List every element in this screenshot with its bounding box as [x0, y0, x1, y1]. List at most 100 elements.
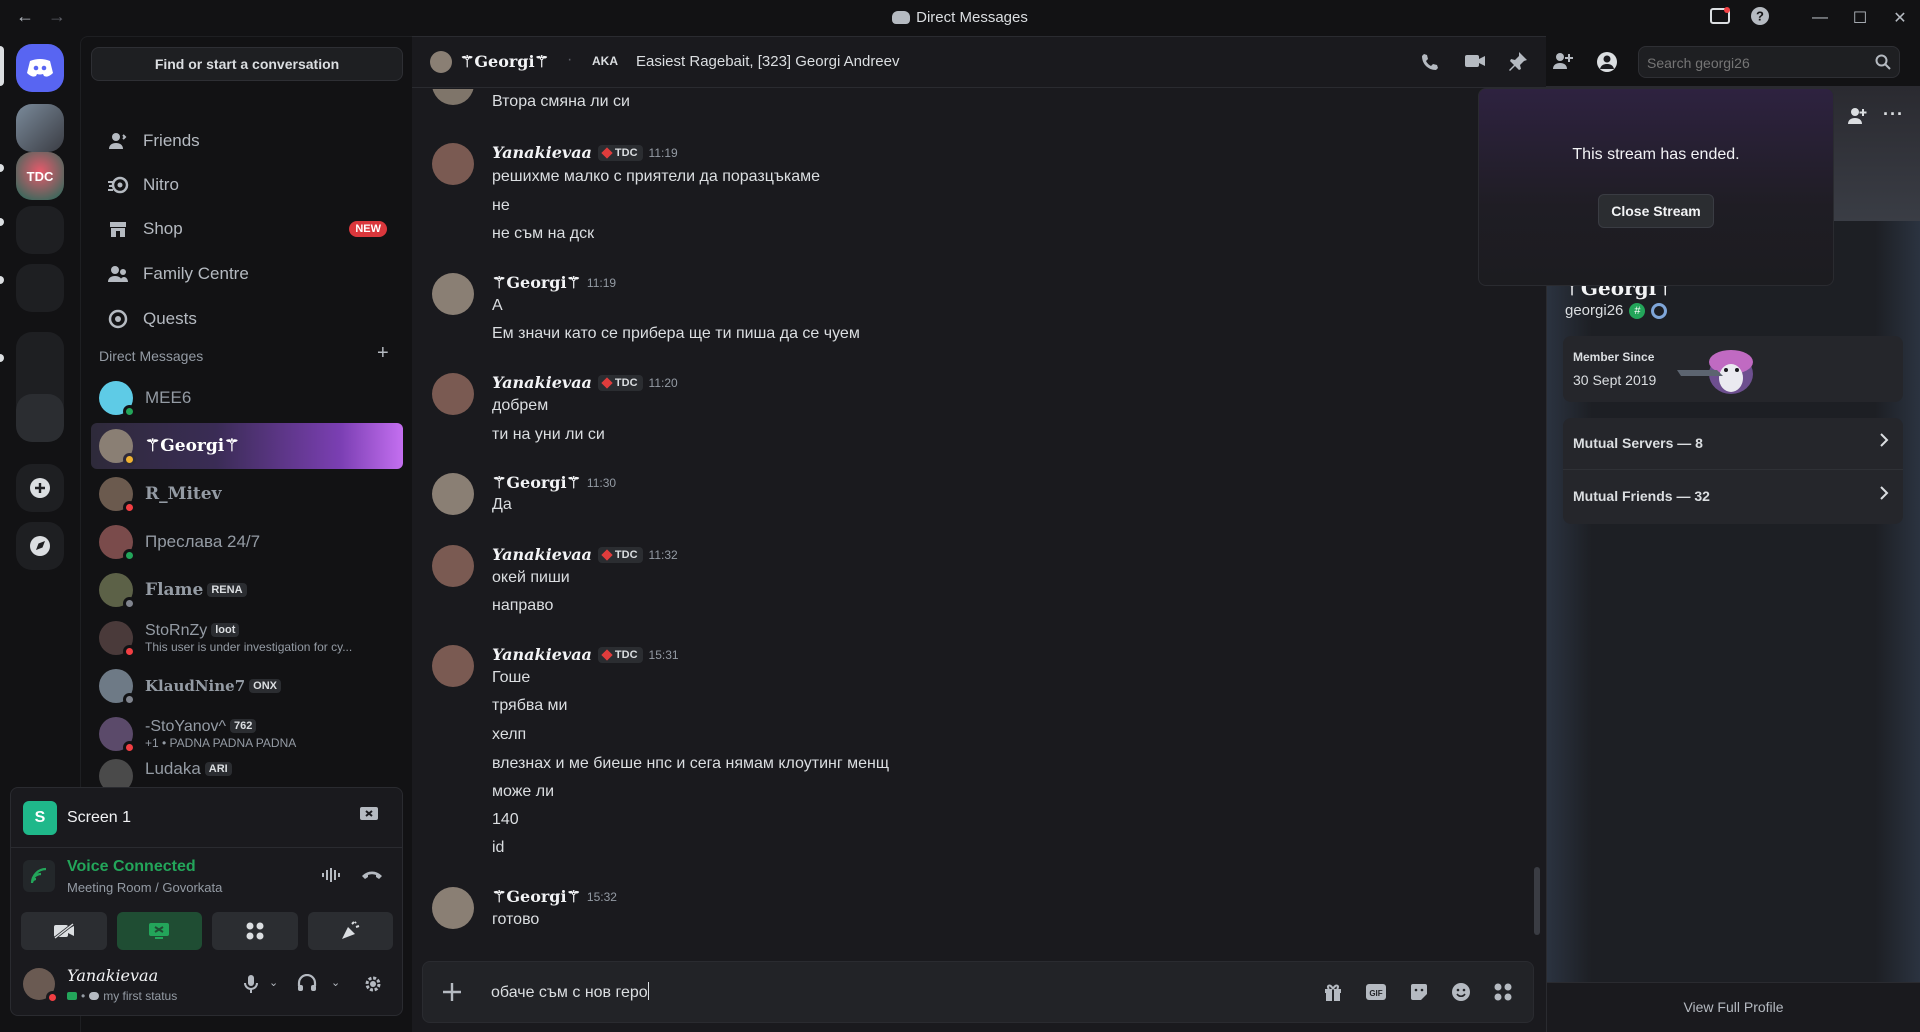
status-offline [123, 597, 136, 610]
dm-item-mee6[interactable]: MEE6 [91, 375, 403, 421]
inbox-icon[interactable] [1700, 6, 1740, 30]
emoji-icon[interactable] [1451, 982, 1471, 1007]
more-options-icon[interactable]: ··· [1883, 104, 1904, 125]
avatar [99, 429, 136, 466]
help-icon[interactable]: ? [1740, 6, 1780, 31]
message-avatar[interactable] [432, 545, 474, 587]
dm-item-stornzy[interactable]: StoRnZy loot This user is under investigat… [91, 615, 403, 661]
nav-shop[interactable]: Shop NEW [91, 208, 403, 250]
dm-item-klaudnine[interactable]: KlaudNine7 ONX [91, 663, 403, 709]
discover-button[interactable] [16, 522, 64, 570]
soundboard-button[interactable] [307, 912, 393, 950]
status-online [123, 549, 136, 562]
member-since-label: Member Since [1573, 350, 1655, 364]
mic-options-chevron-icon[interactable]: ⌄ [269, 976, 278, 989]
server-folder[interactable] [16, 394, 64, 442]
settings-gear-icon[interactable] [363, 974, 383, 1000]
voice-connected-label[interactable]: Voice Connected [67, 858, 196, 876]
add-friend-icon[interactable] [1847, 106, 1867, 131]
message-input[interactable]: обаче съм с нов геро [491, 982, 649, 1002]
nav-family-centre[interactable]: Family Centre [91, 253, 403, 295]
avatar [99, 525, 136, 562]
message-timestamp: 11:30 [586, 475, 617, 490]
user-name[interactable]: Yanakievaa [67, 966, 158, 985]
dm-item-flame[interactable]: Flame RENA [91, 567, 403, 613]
apps-icon[interactable] [1493, 982, 1513, 1007]
dm-name: R_Mitev [145, 484, 222, 504]
minimize-icon[interactable]: — [1800, 9, 1840, 27]
toggle-camera-button[interactable] [21, 912, 107, 950]
nav-quests[interactable]: Quests [91, 298, 403, 340]
sticker-icon[interactable] [1409, 982, 1429, 1007]
message-author[interactable]: Yanakievaa [492, 545, 592, 564]
pinned-messages-icon[interactable] [1508, 51, 1528, 77]
close-window-icon[interactable]: ✕ [1880, 8, 1920, 28]
message-author[interactable]: ⚚Georgi⚚ [492, 473, 581, 492]
voice-call-icon[interactable] [1420, 52, 1440, 78]
stop-screen-icon[interactable] [359, 806, 379, 830]
message-author[interactable]: ⚚Georgi⚚ [492, 887, 581, 906]
voice-location[interactable]: Meeting Room / Govorkata [67, 880, 222, 895]
dm-item-georgi[interactable]: ⚚Georgi⚚ [91, 423, 403, 469]
message-avatar[interactable] [432, 373, 474, 415]
server-folder[interactable] [16, 264, 64, 312]
mutual-servers-row[interactable]: Mutual Servers — 8 [1563, 418, 1903, 470]
view-full-profile-link[interactable]: View Full Profile [1547, 999, 1920, 1015]
gif-icon[interactable]: GIF [1365, 982, 1387, 1007]
nav-friends[interactable]: Friends [91, 120, 403, 162]
upload-plus-icon[interactable] [441, 981, 463, 1008]
maximize-icon[interactable]: ☐ [1840, 8, 1880, 28]
message-avatar[interactable] [432, 143, 474, 185]
chat-scrollbar[interactable] [1534, 867, 1540, 935]
find-conversation-button[interactable]: Find or start a conversation [91, 47, 403, 81]
message-author[interactable]: Yanakievaa [492, 645, 592, 664]
message-text: може ли [492, 783, 555, 800]
message-avatar[interactable] [432, 89, 474, 105]
home-button[interactable] [16, 44, 64, 92]
add-friends-to-dm-icon[interactable] [1552, 51, 1574, 77]
close-stream-button[interactable]: Close Stream [1598, 194, 1714, 228]
nav-nitro[interactable]: Nitro [91, 164, 403, 206]
message-avatar[interactable] [432, 645, 474, 687]
create-dm-button[interactable]: + [377, 342, 389, 365]
header-avatar [430, 51, 452, 73]
profile-username[interactable]: georgi26 [1565, 302, 1623, 319]
message-list: Втора смяна ли си Yanakievaa TDC 11:19 р… [412, 89, 1546, 959]
message-author[interactable]: Yanakievaa [492, 373, 592, 392]
dm-name-text: StoRnZy [145, 622, 208, 639]
mutual-friends-row[interactable]: Mutual Friends — 32 [1563, 471, 1903, 523]
chat-search-input[interactable] [1638, 46, 1900, 78]
add-server-button[interactable] [16, 464, 64, 512]
headphones-icon[interactable] [297, 973, 317, 998]
server-folder[interactable] [16, 206, 64, 254]
message-avatar[interactable] [432, 473, 474, 515]
message-avatar[interactable] [432, 273, 474, 315]
soundboard-icon [342, 921, 360, 939]
audio-options-chevron-icon[interactable]: ⌄ [331, 976, 340, 989]
message-text: А [492, 297, 503, 314]
video-call-icon[interactable] [1464, 53, 1486, 75]
avatar [99, 621, 136, 658]
dm-item-ludaka[interactable]: Ludaka ARI [91, 759, 403, 787]
dm-item-stoyanov[interactable]: -StoYanov^ 762 +1 • PADNA PADNA PADNA [91, 711, 403, 757]
user-avatar[interactable] [23, 968, 59, 1004]
message-author[interactable]: ⚚Georgi⚚ [492, 273, 581, 292]
chat-search-field[interactable] [1647, 53, 1867, 73]
dm-item-rmitev[interactable]: R_Mitev [91, 471, 403, 517]
message-timestamp: 11:20 [648, 375, 678, 390]
share-screen-button[interactable] [116, 912, 202, 950]
dm-item-preslava[interactable]: Преслава 24/7 [91, 519, 403, 565]
message-author[interactable]: Yanakievaa [492, 143, 592, 162]
noise-suppression-icon[interactable] [321, 866, 341, 890]
gift-icon[interactable] [1323, 982, 1343, 1007]
message-avatar[interactable] [432, 887, 474, 929]
microphone-icon[interactable] [243, 974, 259, 1000]
activities-button[interactable] [212, 912, 298, 950]
shop-icon [107, 218, 129, 240]
header-name[interactable]: ⚚Georgi⚚ [460, 52, 549, 71]
disconnect-icon[interactable] [361, 866, 383, 888]
user-profile-toggle-icon[interactable] [1596, 51, 1618, 79]
server-icon[interactable]: TDC [16, 152, 64, 200]
server-icon[interactable] [16, 104, 64, 152]
penguin-decoration [1671, 340, 1767, 398]
